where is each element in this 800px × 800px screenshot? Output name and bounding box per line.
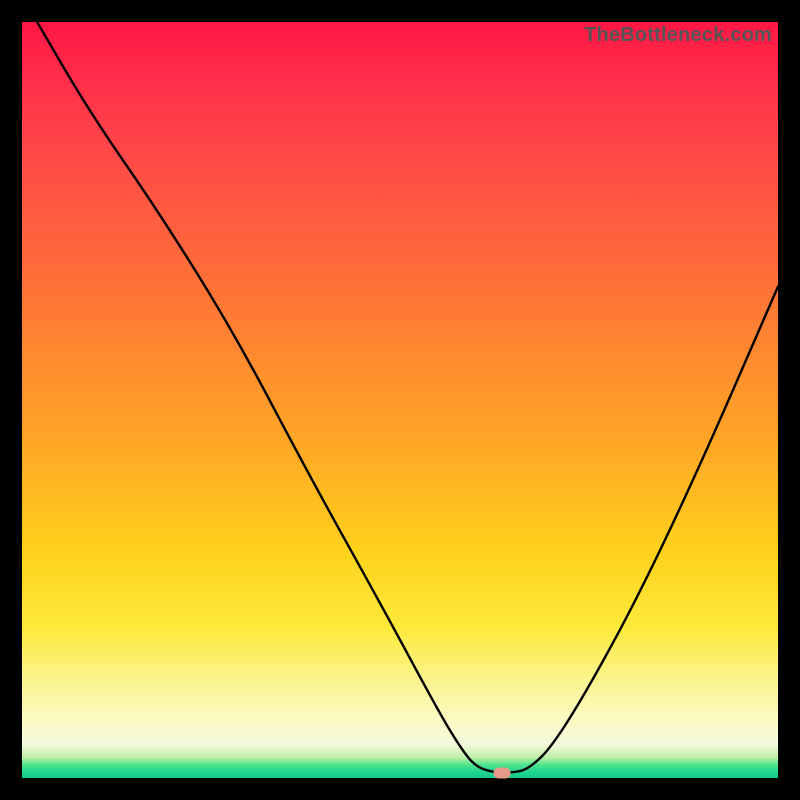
optimal-point-marker: [494, 768, 511, 779]
plot-area: TheBottleneck.com: [22, 22, 778, 778]
chart-frame: TheBottleneck.com: [0, 0, 800, 800]
bottleneck-curve: [22, 22, 778, 778]
